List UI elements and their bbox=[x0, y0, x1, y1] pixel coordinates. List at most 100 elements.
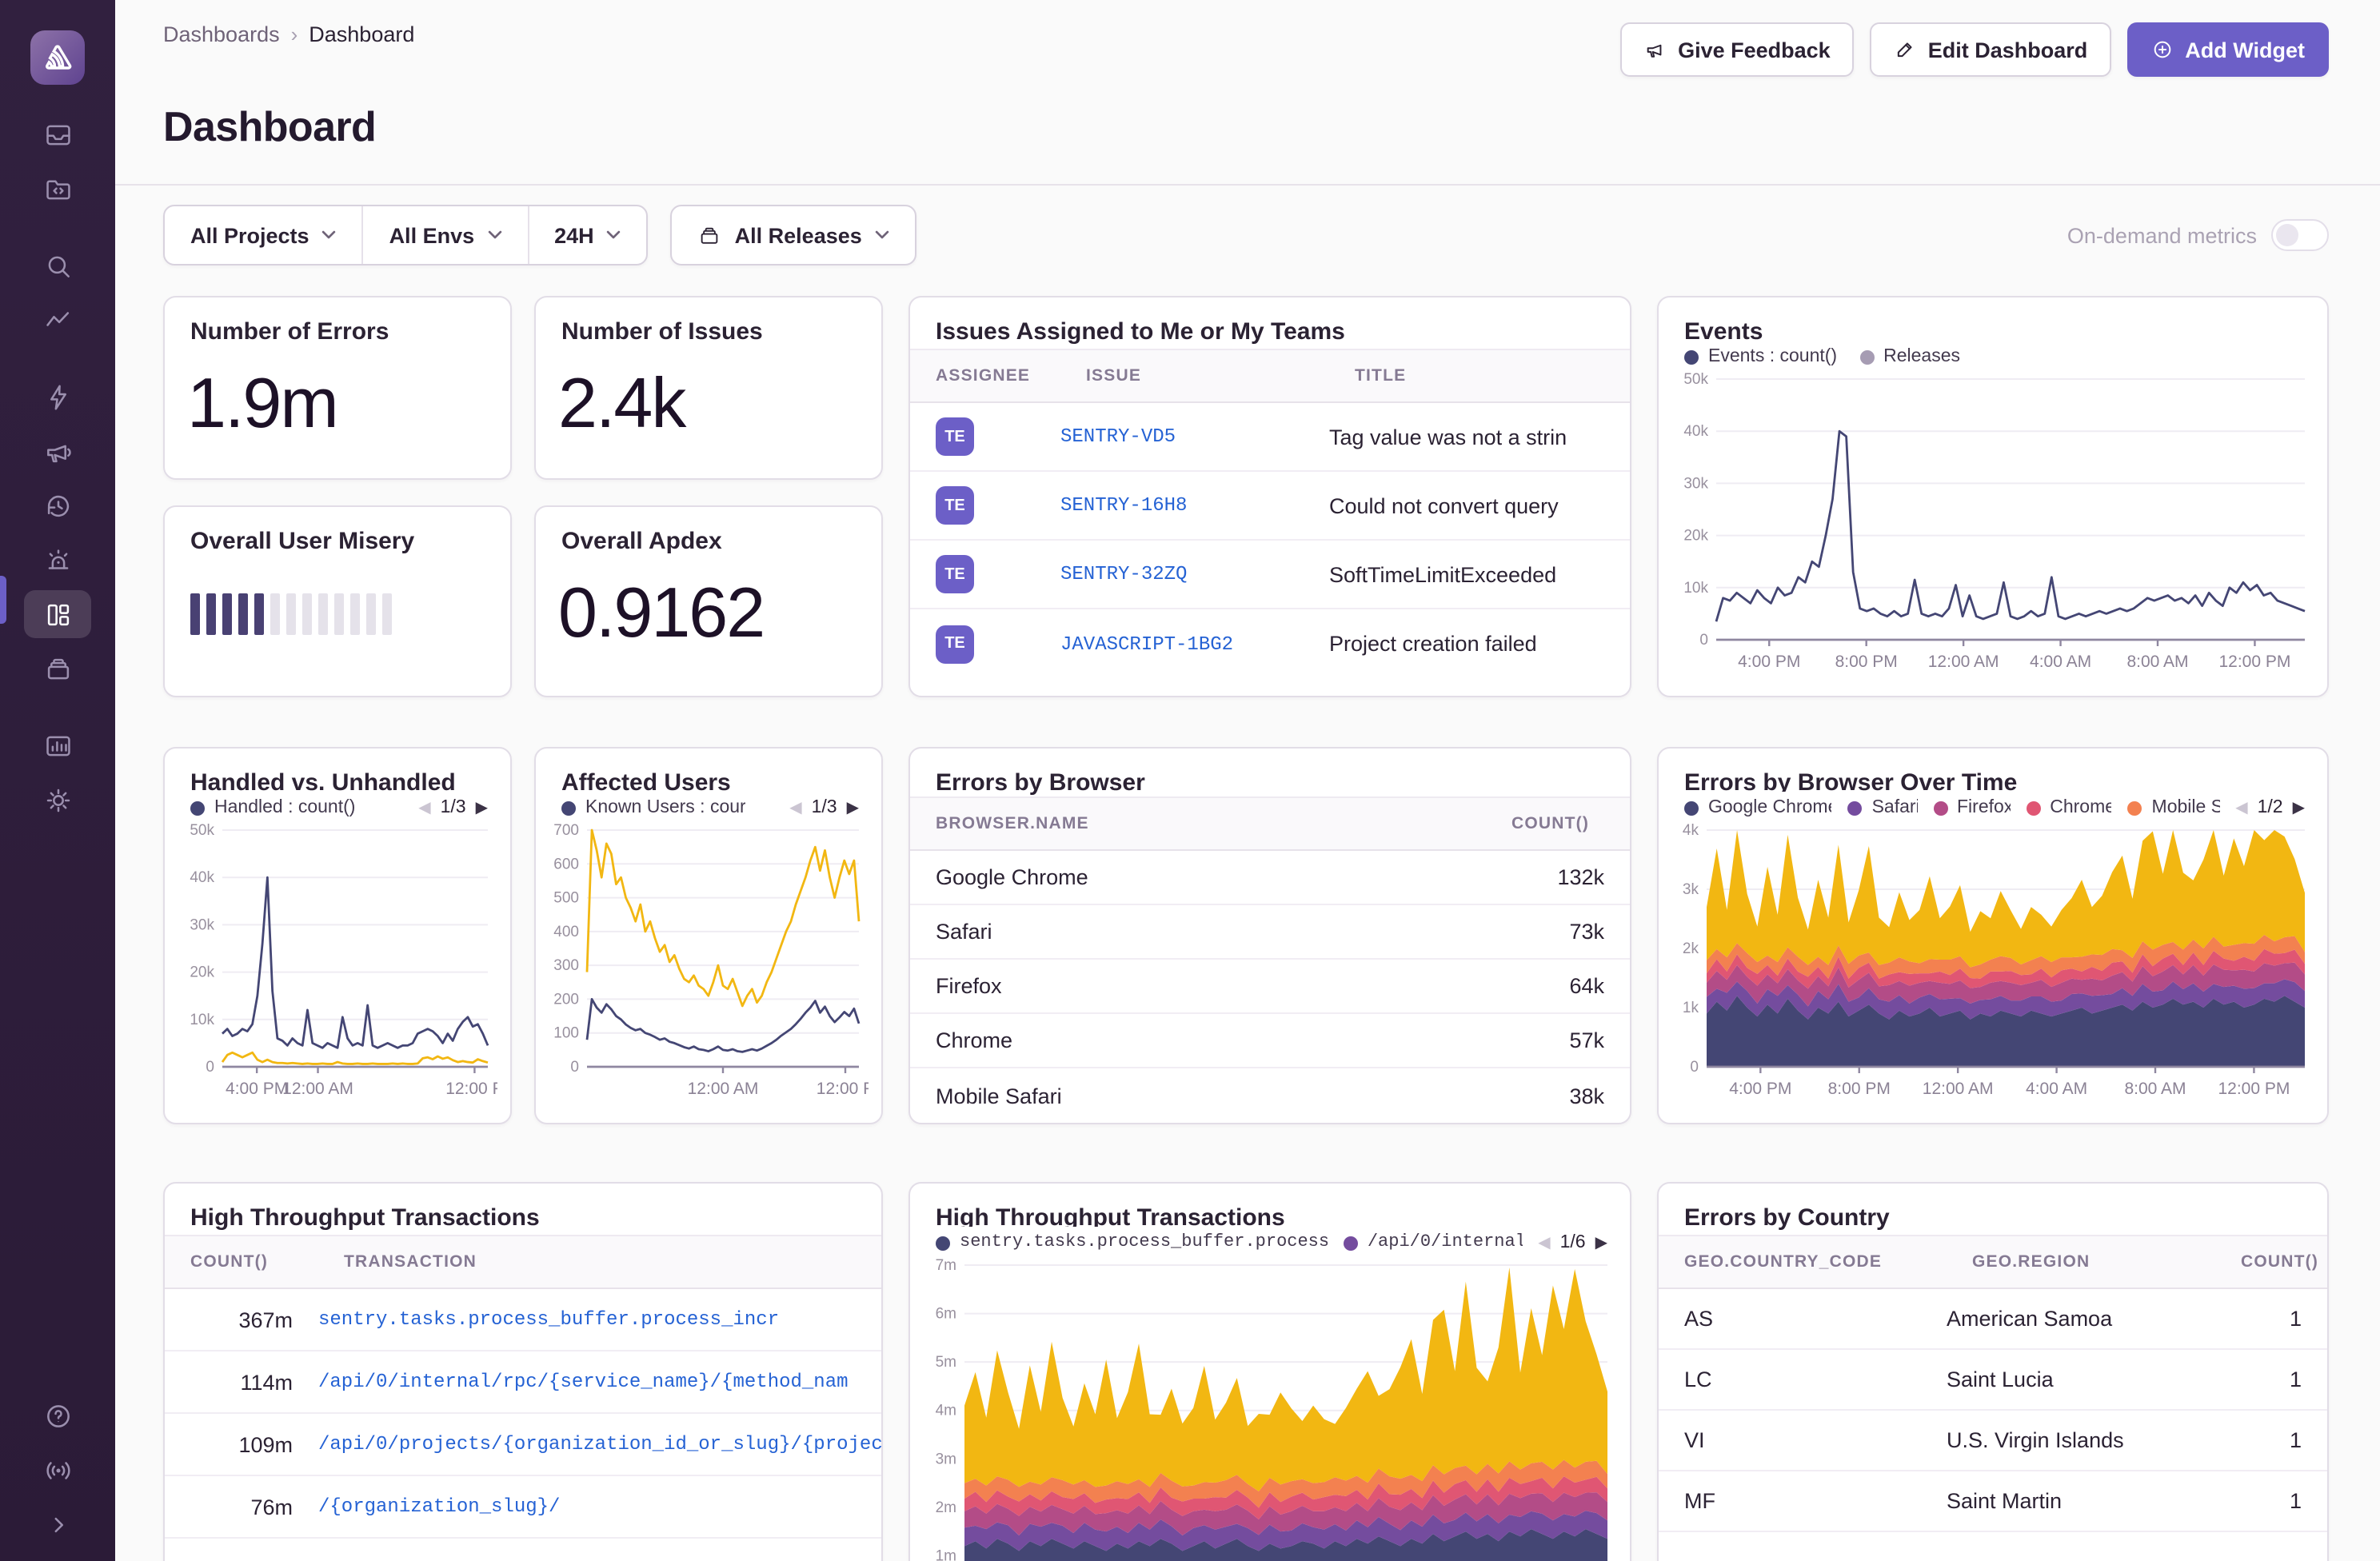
table-row[interactable]: TE SENTRY-16H8 Could not convert query bbox=[910, 472, 1630, 541]
sidebar-item-alerts[interactable] bbox=[24, 536, 91, 584]
issue-link[interactable]: SENTRY-32ZQ bbox=[1060, 563, 1329, 585]
col-count[interactable]: Count() bbox=[1486, 798, 1630, 849]
sidebar-item-dashboards[interactable] bbox=[24, 590, 91, 638]
browser-over-time-chart[interactable]: 01k2k3k4k4:00 PM8:00 PM12:00 AM4:00 AM8:… bbox=[1668, 820, 2314, 1116]
sidebar-item-performance[interactable] bbox=[24, 373, 91, 421]
widget-errors-by-browser[interactable]: Errors by Browser Browser.Name Count() G… bbox=[908, 747, 1631, 1124]
give-feedback-button[interactable]: Give Feedback bbox=[1620, 22, 1855, 77]
avatar[interactable]: TE bbox=[936, 486, 974, 525]
table-row[interactable]: LC Saint Lucia 1 bbox=[1659, 1350, 2327, 1411]
legend-item[interactable]: Chrome bbox=[2026, 798, 2111, 817]
transaction-link[interactable]: /api/0/internal/rpc/{service_name}/{meth… bbox=[318, 1371, 881, 1393]
widget-apdex[interactable]: Overall Apdex 0.9162 bbox=[534, 505, 883, 697]
widget-issues-assigned[interactable]: Issues Assigned to Me or My Teams Assign… bbox=[908, 296, 1631, 697]
avatar[interactable]: TE bbox=[936, 555, 974, 593]
pager-prev-icon[interactable]: ◀ bbox=[2235, 799, 2247, 816]
issue-link[interactable]: SENTRY-16H8 bbox=[1060, 494, 1329, 517]
affected-users-chart[interactable]: 010020030040050060070012:00 AM12:00 P bbox=[545, 820, 869, 1116]
sidebar-item-issues[interactable] bbox=[24, 110, 91, 158]
table-row[interactable]: Mobile Safari38k bbox=[910, 1068, 1630, 1123]
pager-prev-icon[interactable]: ◀ bbox=[1538, 1234, 1550, 1252]
sidebar-item-explore[interactable] bbox=[24, 242, 91, 289]
table-row[interactable]: Safari73k bbox=[910, 905, 1630, 960]
edit-dashboard-button[interactable]: Edit Dashboard bbox=[1871, 22, 2112, 77]
add-widget-button[interactable]: Add Widget bbox=[2127, 22, 2329, 77]
project-filter[interactable]: All Projects bbox=[165, 206, 362, 264]
transaction-link[interactable]: sentry.tasks.process_buffer.process_incr bbox=[318, 1308, 881, 1331]
sidebar-item-traces[interactable] bbox=[24, 296, 91, 344]
table-row[interactable]: Firefox64k bbox=[910, 960, 1630, 1014]
pager-next-icon[interactable]: ▶ bbox=[847, 799, 859, 816]
issue-link[interactable]: JAVASCRIPT-1BG2 bbox=[1060, 633, 1329, 655]
table-row[interactable]: 114m /api/0/internal/rpc/{service_name}/… bbox=[165, 1351, 881, 1414]
issue-link[interactable]: SENTRY-VD5 bbox=[1060, 425, 1329, 448]
date-range-filter[interactable]: 24H bbox=[527, 206, 647, 264]
legend-item[interactable]: Known Users : cour bbox=[561, 798, 746, 817]
col-count[interactable]: Count() bbox=[2215, 1236, 2327, 1288]
col-count[interactable]: Count() bbox=[165, 1236, 318, 1288]
col-country-code[interactable]: Geo.Country_Code bbox=[1659, 1236, 1947, 1288]
sidebar-item-whats-new[interactable] bbox=[24, 1446, 91, 1494]
legend-item[interactable]: Google Chrome bbox=[1684, 798, 1832, 817]
table-row[interactable]: TE SENTRY-VD5 Tag value was not a strin bbox=[910, 403, 1630, 472]
table-row[interactable]: Chrome57k bbox=[910, 1014, 1630, 1068]
breadcrumb-dashboards[interactable]: Dashboards bbox=[163, 22, 280, 46]
col-region[interactable]: Geo.Region bbox=[1947, 1236, 2215, 1288]
throughput-chart[interactable]: 01m2m3m4m5m6m7m4:00 PM8:00 PM12:00 AM4:0… bbox=[920, 1256, 1617, 1561]
legend-item[interactable]: Safari bbox=[1848, 798, 1917, 817]
legend-item[interactable]: Firefox bbox=[1933, 798, 2010, 817]
col-issue[interactable]: Issue bbox=[1060, 350, 1329, 401]
widget-affected-users[interactable]: Affected Users Known Users : cour ◀1/3▶ … bbox=[534, 747, 883, 1124]
pager-next-icon[interactable]: ▶ bbox=[1595, 1234, 1607, 1252]
widget-errors-by-browser-over-time[interactable]: Errors by Browser Over Time Google Chrom… bbox=[1657, 747, 2329, 1124]
widget-events[interactable]: Events Events : count() Releases 010k20k… bbox=[1657, 296, 2329, 697]
releases-filter[interactable]: All Releases bbox=[673, 206, 915, 264]
sidebar-item-help[interactable] bbox=[24, 1391, 91, 1439]
legend-item[interactable]: Mobile S bbox=[2128, 798, 2220, 817]
table-row[interactable]: MF Saint Martin 1 bbox=[1659, 1471, 2327, 1532]
widget-number-of-errors[interactable]: Number of Errors 1.9m bbox=[163, 296, 512, 480]
table-row[interactable]: 367m sentry.tasks.process_buffer.process… bbox=[165, 1289, 881, 1351]
legend-item[interactable]: sentry.tasks.process_buffer.process_incr bbox=[936, 1233, 1328, 1252]
legend-item[interactable]: Events : count() bbox=[1684, 347, 1837, 366]
table-row[interactable]: 76m /{organization_slug}/ bbox=[165, 1476, 881, 1539]
pager-next-icon[interactable]: ▶ bbox=[476, 799, 488, 816]
col-transaction[interactable]: Transaction bbox=[318, 1236, 881, 1288]
table-row[interactable]: TE SENTRY-32ZQ SoftTimeLimitExceeded bbox=[910, 541, 1630, 609]
legend-item[interactable]: Releases bbox=[1859, 347, 1960, 366]
sentry-logo[interactable] bbox=[30, 30, 85, 85]
sidebar-item-releases[interactable] bbox=[24, 645, 91, 693]
table-row[interactable]: AS American Samoa 1 bbox=[1659, 1289, 2327, 1350]
events-chart[interactable]: 010k20k30k40k50k4:00 PM8:00 PM12:00 AM4:… bbox=[1668, 369, 2314, 689]
table-row[interactable]: VI U.S. Virgin Islands 1 bbox=[1659, 1411, 2327, 1471]
sidebar-collapse[interactable] bbox=[24, 1500, 91, 1548]
widget-errors-by-country[interactable]: Errors by Country Geo.Country_Code Geo.R… bbox=[1657, 1182, 2329, 1561]
col-title[interactable]: Title bbox=[1329, 350, 1630, 401]
sidebar-item-projects[interactable] bbox=[24, 165, 91, 213]
avatar[interactable]: TE bbox=[936, 417, 974, 456]
handled-chart[interactable]: 010k20k30k40k50k4:00 PM12:00 AM12:00 P bbox=[174, 820, 497, 1116]
legend-item[interactable]: Handled : count() bbox=[190, 798, 355, 817]
widget-high-throughput-table[interactable]: High Throughput Transactions Count() Tra… bbox=[163, 1182, 883, 1561]
sidebar-item-feedback[interactable] bbox=[24, 427, 91, 475]
widget-handled-vs-unhandled[interactable]: Handled vs. Unhandled Handled : count() … bbox=[163, 747, 512, 1124]
sidebar-item-stats[interactable] bbox=[24, 721, 91, 769]
ondemand-toggle[interactable] bbox=[2271, 219, 2329, 251]
legend-item[interactable]: /api/0/internal/r bbox=[1344, 1233, 1522, 1252]
transaction-link[interactable]: /api/0/projects/{organization_id_or_slug… bbox=[318, 1433, 881, 1455]
pager-next-icon[interactable]: ▶ bbox=[2293, 799, 2305, 816]
col-browser-name[interactable]: Browser.Name bbox=[910, 798, 1486, 849]
col-assignee[interactable]: Assignee bbox=[910, 350, 1060, 401]
table-row[interactable]: 109m /api/0/projects/{organization_id_or… bbox=[165, 1414, 881, 1476]
table-row[interactable]: Google Chrome132k bbox=[910, 851, 1630, 905]
table-row[interactable]: TE JAVASCRIPT-1BG2 Project creation fail… bbox=[910, 609, 1630, 678]
environment-filter[interactable]: All Envs bbox=[362, 206, 528, 264]
widget-number-of-issues[interactable]: Number of Issues 2.4k bbox=[534, 296, 883, 480]
widget-user-misery[interactable]: Overall User Misery bbox=[163, 505, 512, 697]
pager-prev-icon[interactable]: ◀ bbox=[789, 799, 801, 816]
sidebar-item-replays[interactable] bbox=[24, 481, 91, 529]
pager-prev-icon[interactable]: ◀ bbox=[418, 799, 430, 816]
widget-high-throughput-chart[interactable]: High Throughput Transactions sentry.task… bbox=[908, 1182, 1631, 1561]
sidebar-item-settings[interactable] bbox=[24, 776, 91, 824]
avatar[interactable]: TE bbox=[936, 625, 974, 663]
